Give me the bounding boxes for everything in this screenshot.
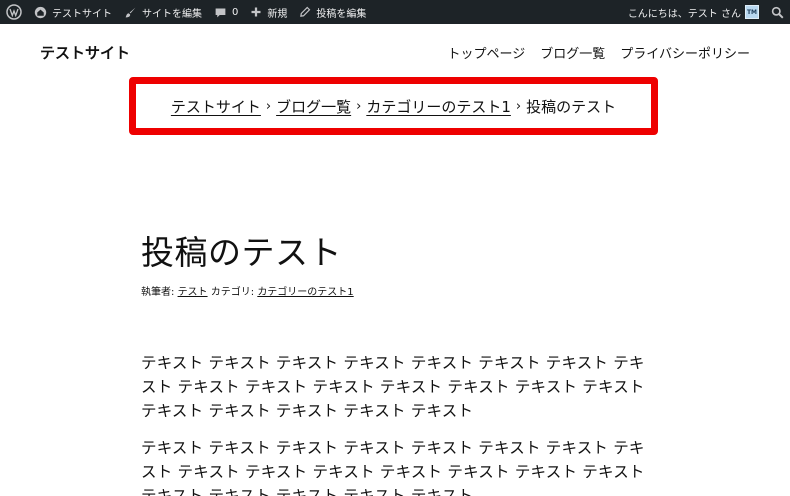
breadcrumb-item-blog-list[interactable]: ブログ一覧	[276, 96, 351, 117]
breadcrumb: テストサイト › ブログ一覧 › カテゴリーのテスト1 › 投稿のテスト	[129, 77, 658, 135]
avatar: TM	[745, 5, 759, 19]
post-meta: 執筆者: テスト カテゴリ: カテゴリーのテスト1	[141, 283, 354, 298]
site-name-menu[interactable]: テストサイト	[28, 0, 118, 24]
plus-icon	[251, 7, 261, 17]
nav-item-privacy-policy[interactable]: プライバシーポリシー	[620, 43, 750, 62]
breadcrumb-item-home[interactable]: テストサイト	[171, 96, 261, 117]
breadcrumb-separator: ›	[356, 98, 362, 114]
nav-item-top-page[interactable]: トップページ	[447, 43, 525, 62]
site-title[interactable]: テストサイト	[40, 42, 130, 63]
edit-post-menu[interactable]: 投稿を編集	[293, 0, 372, 24]
author-label: 執筆者:	[141, 287, 175, 298]
pencil-icon	[300, 6, 311, 17]
admin-bar: テストサイト サイトを編集 0 新規 投稿を編集 こんにちは、テスト さん TM	[0, 0, 790, 24]
nav-item-blog-list[interactable]: ブログ一覧	[540, 43, 605, 62]
post-title: 投稿のテスト	[141, 233, 342, 272]
customize-label: サイトを編集	[142, 8, 202, 20]
breadcrumb-separator: ›	[515, 98, 522, 114]
search-icon	[771, 6, 784, 18]
site-name-label: テストサイト	[52, 8, 112, 20]
post-paragraph: テキスト テキスト テキスト テキスト テキスト テキスト テキスト テキスト …	[141, 354, 645, 420]
comment-icon	[215, 7, 226, 17]
post-paragraph: テキスト テキスト テキスト テキスト テキスト テキスト テキスト テキスト …	[141, 439, 645, 496]
greeting-label: こんにちは、テスト さん	[627, 8, 741, 20]
edit-post-label: 投稿を編集	[316, 8, 367, 20]
breadcrumb-item-current: 投稿のテスト	[526, 97, 617, 116]
new-content-menu[interactable]: 新規	[244, 0, 293, 24]
customize-menu[interactable]: サイトを編集	[118, 0, 208, 24]
category-link[interactable]: カテゴリーのテスト1	[257, 287, 353, 298]
breadcrumb-separator: ›	[265, 98, 272, 114]
admin-search-button[interactable]	[765, 0, 790, 24]
comments-menu[interactable]: 0	[208, 0, 244, 24]
my-account-menu[interactable]: こんにちは、テスト さん TM	[622, 0, 765, 24]
primary-navigation: トップページ ブログ一覧 プライバシーポリシー	[447, 43, 750, 62]
category-label: カテゴリ:	[210, 287, 255, 298]
breadcrumb-item-category[interactable]: カテゴリーのテスト1	[366, 96, 511, 117]
author-link[interactable]: テスト	[178, 287, 208, 298]
comments-count: 0	[232, 6, 239, 18]
home-icon	[34, 6, 47, 18]
wordpress-logo-icon[interactable]	[0, 0, 28, 24]
paintbrush-icon	[125, 7, 136, 17]
new-content-label: 新規	[267, 8, 288, 20]
